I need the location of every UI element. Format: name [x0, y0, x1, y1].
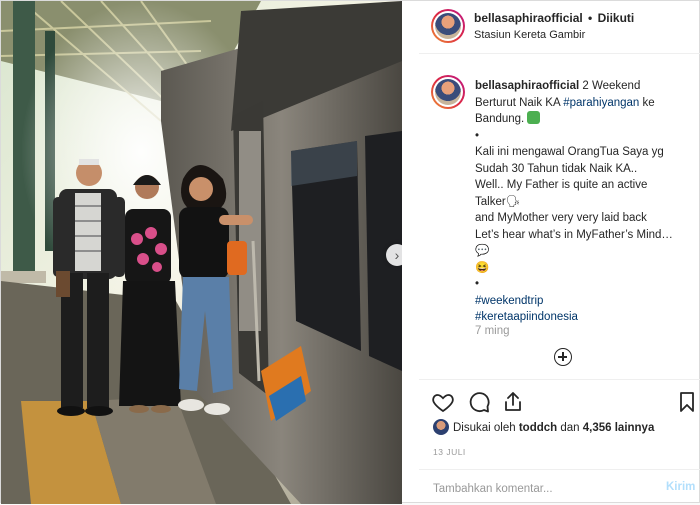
- liker-username[interactable]: toddch: [519, 422, 557, 434]
- comment-bar: Kirim: [419, 469, 700, 505]
- liker-avatar[interactable]: [433, 419, 449, 435]
- hashtag-link[interactable]: #keretaapiindonesia: [475, 311, 578, 323]
- instagram-post: › bellasaphiraofficial • Diikuti Stasiun…: [0, 0, 700, 504]
- caption-text: bellasaphiraofficial 2 Weekend Berturut …: [475, 78, 695, 326]
- share-icon[interactable]: [501, 390, 525, 414]
- caption-line: Berturut Naik KA #parahiyangan ke: [475, 96, 655, 109]
- caption-line: #weekendtrip: [475, 293, 695, 310]
- next-photo-button[interactable]: ›: [386, 244, 402, 266]
- follow-status[interactable]: Diikuti: [598, 11, 635, 25]
- post-date: 13 JULI: [433, 447, 466, 457]
- caption-line: •: [475, 278, 480, 290]
- caption-line: Bandung.: [475, 111, 695, 128]
- caption-time-ago: 7 ming: [475, 325, 510, 337]
- likes-count[interactable]: 4,356 lainnya: [583, 422, 655, 434]
- post-comment-button[interactable]: Kirim: [666, 481, 695, 493]
- caption-line: 💬: [475, 245, 490, 257]
- profile-avatar[interactable]: [431, 9, 465, 43]
- caption-line: and MyMother very very laid back: [475, 212, 647, 224]
- likes-prefix: Disukai oleh: [453, 422, 519, 434]
- caption-line: Sudah 30 Tahun tidak Naik KA..: [475, 162, 638, 175]
- comment-icon[interactable]: [467, 390, 491, 414]
- comment-input[interactable]: [431, 478, 655, 500]
- header-user-line: bellasaphiraofficial • Diikuti: [474, 11, 634, 25]
- bookmark-icon[interactable]: [675, 390, 699, 414]
- station-train-photo: [1, 1, 402, 504]
- caption-line: Well.. My Father is quite an active: [475, 179, 648, 191]
- hashtag-link[interactable]: #weekendtrip: [475, 295, 543, 307]
- train-emoji-icon: [527, 111, 541, 124]
- caption-line: Kali ini mengawal OrangTua Saya yg: [475, 146, 664, 158]
- caption-line: 😆: [475, 261, 490, 274]
- post-photo[interactable]: ›: [1, 1, 402, 504]
- caption-line: bellasaphiraofficial 2 Weekend: [475, 80, 641, 92]
- post-location[interactable]: Stasiun Kereta Gambir: [474, 29, 585, 41]
- caption-line: Let’s hear what’s in MyFather’s Mind…: [475, 228, 673, 241]
- likes-summary: Disukai oleh toddch dan 4,356 lainnya: [433, 419, 654, 435]
- caption-line: #keretaapiindonesia: [475, 309, 695, 326]
- load-more-comments-button[interactable]: [554, 348, 572, 366]
- post-side-panel: bellasaphiraofficial • Diikuti Stasiun K…: [419, 1, 700, 504]
- caption-line: •: [475, 129, 480, 142]
- hashtag-link[interactable]: #parahiyangan: [563, 97, 639, 109]
- likes-middle: dan: [557, 422, 583, 434]
- header-separator: •: [588, 11, 593, 25]
- caption-line: Talker🗣: [475, 195, 521, 208]
- caption-avatar[interactable]: [431, 75, 465, 109]
- post-header: bellasaphiraofficial • Diikuti Stasiun K…: [419, 1, 700, 54]
- caption-username[interactable]: bellasaphiraofficial: [475, 80, 579, 92]
- header-username[interactable]: bellasaphiraofficial: [474, 11, 583, 25]
- heart-icon[interactable]: [431, 390, 455, 414]
